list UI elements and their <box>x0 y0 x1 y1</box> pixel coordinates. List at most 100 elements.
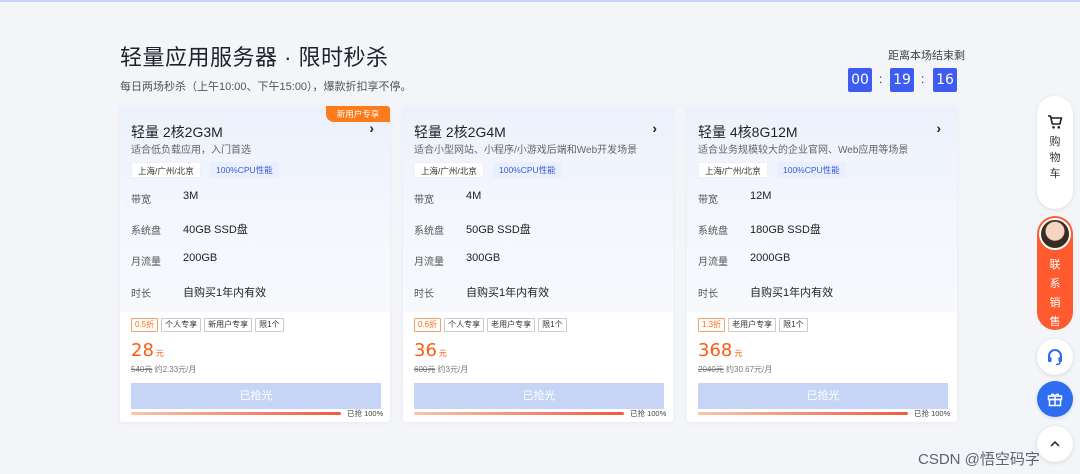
cpu-tag: 100%CPU性能 <box>210 162 279 178</box>
progress-text: 已抢 100% <box>914 409 951 418</box>
spec-value-duration: 自购买1年内有效 <box>183 287 267 299</box>
spec-label-bandwidth: 带宽 <box>414 195 434 206</box>
price: 28 元 <box>131 340 164 361</box>
cart-float-button[interactable]: 购 物 车 <box>1037 96 1073 209</box>
back-to-top-button[interactable] <box>1037 426 1073 462</box>
spec-value-duration: 自购买1年内有效 <box>750 287 834 299</box>
spec-label-disk: 系统盘 <box>131 226 161 237</box>
chip: 限1个 <box>255 318 284 332</box>
sold-out-button[interactable]: 已抢光 <box>698 383 948 409</box>
progress-text: 已抢 100% <box>347 409 384 418</box>
spec-label-duration: 时长 <box>698 289 718 300</box>
progress-bar <box>414 412 624 415</box>
card-title[interactable]: 轻量 2核2G4M <box>414 122 506 142</box>
product-card: 轻量 4核8G12M › 适合业务规模较大的企业官网、Web应用等场景 上海/广… <box>687 106 957 422</box>
chevron-up-icon <box>1050 440 1060 447</box>
spec-value-disk: 180GB SSD盘 <box>750 224 821 236</box>
original-price-line: 540元 约2.33元/月 <box>131 364 196 375</box>
price-value: 36 <box>414 340 437 361</box>
chevron-right-icon[interactable]: › <box>369 120 374 136</box>
headset-icon <box>1048 349 1062 366</box>
sales-label-char: 售 <box>1049 316 1061 328</box>
contact-sales-button[interactable]: 联 系 销 售 <box>1037 216 1073 330</box>
chip: 个人专享 <box>444 318 485 332</box>
sales-label-char: 联 <box>1049 259 1061 271</box>
card-description: 适合低负载应用，入门首选 <box>131 145 251 156</box>
chip-row: 1.3折 老用户专享 限1个 <box>698 318 808 332</box>
spec-value-traffic: 300GB <box>466 252 501 264</box>
product-card: 轻量 2核2G4M › 适合小型网站、小程序/小游戏后端和Web开发场景 上海/… <box>403 106 673 422</box>
monthly-price: 约30.67元/月 <box>726 365 773 374</box>
countdown-separator: : <box>921 72 925 86</box>
spec-value-traffic: 200GB <box>183 252 218 264</box>
discount-chip: 0.5折 <box>131 318 159 332</box>
cpu-tag: 100%CPU性能 <box>777 162 846 178</box>
cart-icon <box>1048 115 1063 129</box>
spec-value-disk: 50GB SSD盘 <box>466 224 531 236</box>
spec-value-duration: 自购买1年内有效 <box>466 287 550 299</box>
sales-avatar <box>1039 218 1071 250</box>
cart-label-char: 车 <box>1049 168 1061 180</box>
price-unit: 元 <box>734 349 743 358</box>
chevron-right-icon[interactable]: › <box>936 120 941 136</box>
page-subtitle: 每日两场秒杀（上午10:00、下午15:00），爆款折扣享不停。 <box>120 81 412 93</box>
original-price: 540元 <box>131 365 153 374</box>
price: 36 元 <box>414 340 447 361</box>
card-title[interactable]: 轻量 4核8G12M <box>698 122 798 142</box>
card-title[interactable]: 轻量 2核2G3M <box>131 122 223 142</box>
card-description: 适合小型网站、小程序/小游戏后端和Web开发场景 <box>414 145 638 156</box>
countdown-seconds: 16 <box>933 68 957 92</box>
discount-chip: 0.6折 <box>414 318 442 332</box>
countdown-label: 距离本场结束剩 <box>888 50 965 62</box>
chip: 个人专享 <box>161 318 202 332</box>
new-user-badge: 新用户专享 <box>326 106 390 122</box>
monthly-price: 约2.33元/月 <box>154 365 197 374</box>
top-border <box>0 0 1080 2</box>
chip: 限1个 <box>538 318 567 332</box>
cart-label-char: 物 <box>1049 152 1061 164</box>
sold-out-button[interactable]: 已抢光 <box>414 383 664 409</box>
spec-value-traffic: 2000GB <box>750 252 791 264</box>
countdown-hours: 00 <box>848 68 872 92</box>
chip: 老用户专享 <box>487 318 536 332</box>
chip-row: 0.6折 个人专享 老用户专享 限1个 <box>414 318 567 332</box>
spec-value-bandwidth: 3M <box>183 190 199 202</box>
region-tag: 上海/广州/北京 <box>131 162 201 178</box>
spec-label-traffic: 月流量 <box>414 257 444 268</box>
gift-icon <box>1047 393 1063 407</box>
spec-label-bandwidth: 带宽 <box>131 195 151 206</box>
spec-label-disk: 系统盘 <box>698 226 728 237</box>
region-tag: 上海/广州/北京 <box>698 162 768 178</box>
price-value: 28 <box>131 340 154 361</box>
cpu-tag: 100%CPU性能 <box>493 162 562 178</box>
spec-label-duration: 时长 <box>131 289 151 300</box>
chip: 老用户专享 <box>728 318 777 332</box>
spec-value-disk: 40GB SSD盘 <box>183 224 248 236</box>
gift-button[interactable] <box>1037 381 1073 417</box>
price-unit: 元 <box>155 349 164 358</box>
cart-label-char: 购 <box>1049 136 1061 148</box>
region-tag: 上海/广州/北京 <box>414 162 484 178</box>
original-price: 600元 <box>414 365 436 374</box>
sales-label-char: 系 <box>1049 278 1061 290</box>
spec-label-bandwidth: 带宽 <box>698 195 718 206</box>
price-value: 368 <box>698 340 733 361</box>
price-unit: 元 <box>438 349 447 358</box>
original-price-line: 600元 约3元/月 <box>414 364 468 375</box>
support-button[interactable] <box>1037 339 1073 375</box>
page-title: 轻量应用服务器 · 限时秒杀 <box>120 45 389 70</box>
spec-label-duration: 时长 <box>414 289 434 300</box>
chip-row: 0.5折 个人专享 新用户专享 限1个 <box>131 318 284 332</box>
countdown-separator: : <box>879 72 883 86</box>
sold-out-button[interactable]: 已抢光 <box>131 383 381 409</box>
chevron-right-icon[interactable]: › <box>652 120 657 136</box>
original-price: 2040元 <box>698 365 724 374</box>
progress-text: 已抢 100% <box>630 409 667 418</box>
discount-chip: 1.3折 <box>698 318 726 332</box>
spec-label-traffic: 月流量 <box>698 257 728 268</box>
watermark: CSDN @悟空码字 <box>918 451 1040 468</box>
original-price-line: 2040元 约30.67元/月 <box>698 364 772 375</box>
progress-bar <box>131 412 341 415</box>
chip: 限1个 <box>779 318 808 332</box>
chip: 新用户专享 <box>204 318 253 332</box>
